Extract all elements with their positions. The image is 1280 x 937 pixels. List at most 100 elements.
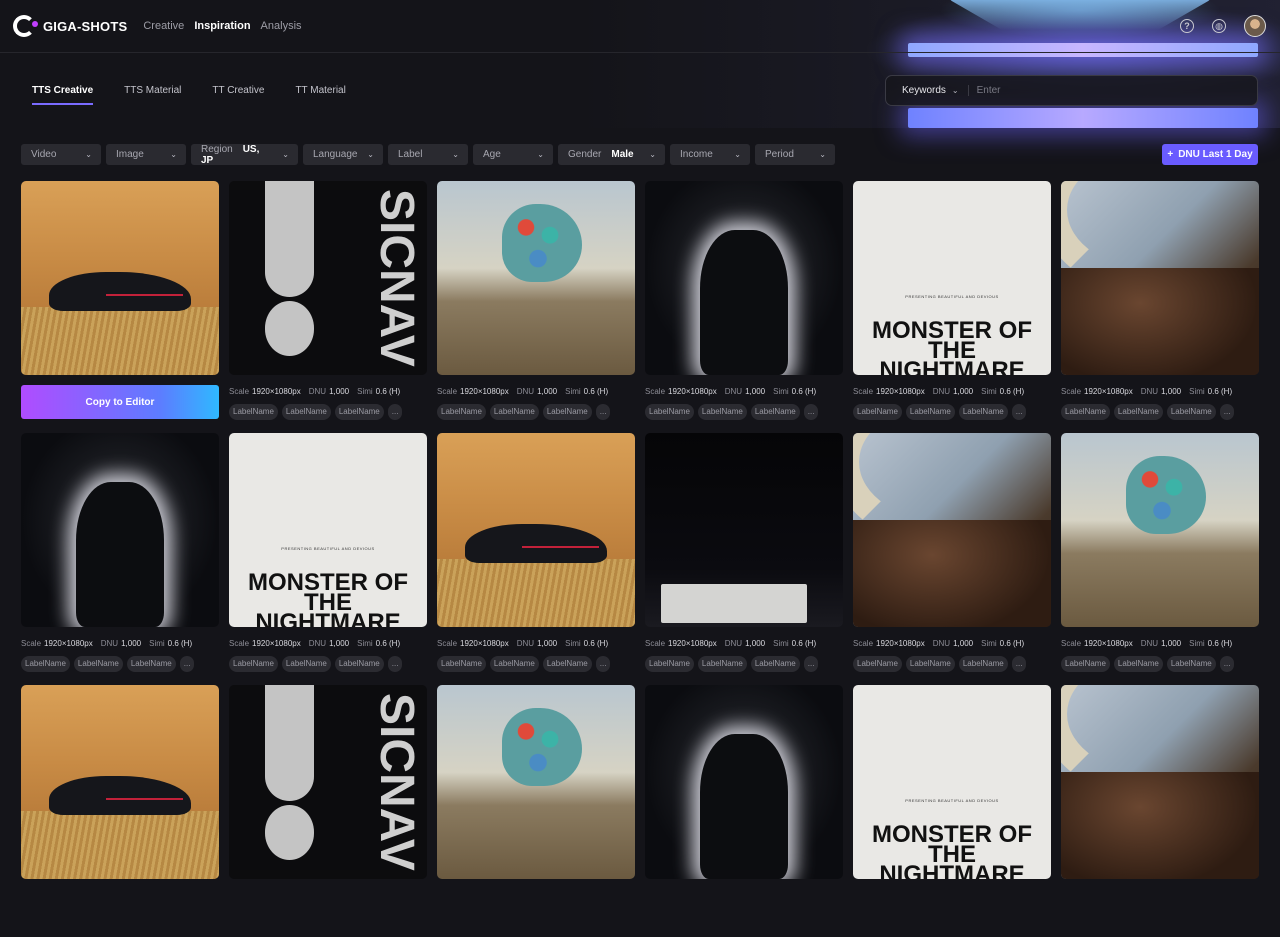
label-chip[interactable]: LabelName [750, 656, 800, 672]
filter-gender[interactable]: Gender Male ⌄ [558, 144, 665, 165]
result-card[interactable] [21, 685, 219, 937]
thumbnail-image[interactable]: PRESENTING BEAUTIFUL AND DEVIOUS MONSTER … [853, 181, 1051, 375]
thumbnail-image[interactable]: SICNAV [229, 181, 427, 375]
result-card[interactable]: Scale 1920×1080px DNU 1,000 Simi 0.6 (H) Label… [437, 181, 635, 433]
label-chip[interactable]: LabelName [750, 404, 800, 420]
thumbnail-image[interactable]: SICNAV [229, 685, 427, 879]
label-chip[interactable]: LabelName [73, 656, 123, 672]
thumbnail-image[interactable] [437, 685, 635, 879]
thumbnail-image[interactable] [21, 685, 219, 879]
thumbnail-image[interactable]: PRESENTING BEAUTIFUL AND DEVIOUS MONSTER … [853, 685, 1051, 879]
tab-tts-creative[interactable]: TTS Creative [32, 85, 94, 105]
more-labels-chip[interactable]: ... [179, 656, 195, 672]
more-labels-chip[interactable]: ... [387, 656, 403, 672]
nav-analysis[interactable]: Analysis [261, 20, 302, 32]
result-card[interactable] [1061, 685, 1259, 937]
tab-tt-material[interactable]: TT Material [295, 85, 345, 105]
result-card[interactable]: Scale 1920×1080px DNU 1,000 Simi 0.6 (H) Label… [645, 433, 843, 685]
label-chip[interactable]: LabelName [1113, 404, 1163, 420]
label-chip[interactable]: LabelName [489, 404, 539, 420]
result-card[interactable]: Scale 1920×1080px DNU 1,000 Simi 0.6 (H) Label… [853, 433, 1051, 685]
result-card[interactable]: Scale 1920×1080px DNU 1,000 Simi 0.6 (H) Label… [1061, 181, 1259, 433]
more-labels-chip[interactable]: ... [803, 656, 819, 672]
avatar[interactable] [1244, 15, 1266, 37]
logo[interactable]: GIGA-SHOTS [13, 15, 127, 37]
label-chip[interactable]: LabelName [853, 404, 902, 420]
more-labels-chip[interactable]: ... [803, 404, 819, 420]
search-mode-dropdown[interactable]: Keywords ⌄ [902, 85, 969, 96]
result-card[interactable] [645, 685, 843, 937]
thumbnail-image[interactable] [645, 433, 843, 627]
label-chip[interactable]: LabelName [489, 656, 539, 672]
label-chip[interactable]: LabelName [334, 404, 384, 420]
label-chip[interactable]: LabelName [853, 656, 902, 672]
more-labels-chip[interactable]: ... [595, 404, 611, 420]
thumbnail-image[interactable] [645, 181, 843, 375]
label-chip[interactable]: LabelName [1166, 656, 1216, 672]
label-chip[interactable]: LabelName [1113, 656, 1163, 672]
label-chip[interactable]: LabelName [281, 656, 331, 672]
result-card[interactable]: SICNAV [229, 685, 427, 937]
more-labels-chip[interactable]: ... [1219, 656, 1235, 672]
result-card[interactable] [437, 685, 635, 937]
thumbnail-image[interactable] [853, 433, 1051, 627]
result-card[interactable]: Copy to Editor [21, 181, 219, 433]
label-chip[interactable]: LabelName [958, 404, 1008, 420]
nav-inspiration[interactable]: Inspiration [194, 20, 250, 32]
filter-income[interactable]: Income ⌄ [670, 144, 750, 165]
label-chip[interactable]: LabelName [542, 404, 592, 420]
result-card[interactable]: Scale 1920×1080px DNU 1,000 Simi 0.6 (H) Label… [21, 433, 219, 685]
thumbnail-image[interactable] [21, 181, 219, 375]
filter-period[interactable]: Period ⌄ [755, 144, 835, 165]
label-chip[interactable]: LabelName [645, 656, 694, 672]
search-input[interactable] [976, 85, 1247, 96]
result-card[interactable]: Scale 1920×1080px DNU 1,000 Simi 0.6 (H) Label… [1061, 433, 1259, 685]
label-chip[interactable]: LabelName [958, 656, 1008, 672]
thumbnail-image[interactable] [437, 433, 635, 627]
result-card[interactable]: PRESENTING BEAUTIFUL AND DEVIOUS MONSTER … [229, 433, 427, 685]
globe-icon[interactable]: ◍ [1212, 19, 1226, 33]
filter-region[interactable]: Region US, JP ⌄ [191, 144, 298, 166]
label-chip[interactable]: LabelName [437, 656, 486, 672]
more-labels-chip[interactable]: ... [1219, 404, 1235, 420]
label-chip[interactable]: LabelName [281, 404, 331, 420]
label-chip[interactable]: LabelName [1061, 404, 1110, 420]
filter-video[interactable]: Video ⌄ [21, 144, 101, 165]
label-chip[interactable]: LabelName [645, 404, 694, 420]
label-chip[interactable]: LabelName [542, 656, 592, 672]
filter-label[interactable]: Label ⌄ [388, 144, 468, 165]
copy-to-editor-button[interactable]: Copy to Editor [21, 385, 219, 419]
result-card[interactable]: Scale 1920×1080px DNU 1,000 Simi 0.6 (H) Label… [437, 433, 635, 685]
more-labels-chip[interactable]: ... [595, 656, 611, 672]
more-labels-chip[interactable]: ... [1011, 404, 1027, 420]
label-chip[interactable]: LabelName [21, 656, 70, 672]
result-card[interactable]: SICNAV Scale 1920×1080px DNU 1,000 Simi 0.6 (H… [229, 181, 427, 433]
result-card[interactable]: PRESENTING BEAUTIFUL AND DEVIOUS MONSTER … [853, 181, 1051, 433]
result-card[interactable]: Scale 1920×1080px DNU 1,000 Simi 0.6 (H) Label… [645, 181, 843, 433]
thumbnail-image[interactable] [645, 685, 843, 879]
tab-tt-creative[interactable]: TT Creative [212, 85, 264, 105]
label-chip[interactable]: LabelName [334, 656, 384, 672]
more-labels-chip[interactable]: ... [1011, 656, 1027, 672]
thumbnail-image[interactable] [1061, 181, 1259, 375]
label-chip[interactable]: LabelName [697, 656, 747, 672]
filter-image[interactable]: Image ⌄ [106, 144, 186, 165]
thumbnail-image[interactable] [21, 433, 219, 627]
label-chip[interactable]: LabelName [229, 656, 278, 672]
dnu-period-button[interactable]: + DNU Last 1 Day [1162, 144, 1258, 165]
help-icon[interactable]: ? [1180, 19, 1194, 33]
label-chip[interactable]: LabelName [126, 656, 176, 672]
thumbnail-image[interactable] [1061, 685, 1259, 879]
filter-language[interactable]: Language ⌄ [303, 144, 383, 165]
thumbnail-image[interactable] [1061, 433, 1259, 627]
label-chip[interactable]: LabelName [1166, 404, 1216, 420]
thumbnail-image[interactable]: PRESENTING BEAUTIFUL AND DEVIOUS MONSTER … [229, 433, 427, 627]
label-chip[interactable]: LabelName [905, 404, 955, 420]
label-chip[interactable]: LabelName [437, 404, 486, 420]
label-chip[interactable]: LabelName [697, 404, 747, 420]
thumbnail-image[interactable] [437, 181, 635, 375]
label-chip[interactable]: LabelName [1061, 656, 1110, 672]
tab-tts-material[interactable]: TTS Material [124, 85, 181, 105]
filter-age[interactable]: Age ⌄ [473, 144, 553, 165]
more-labels-chip[interactable]: ... [387, 404, 403, 420]
